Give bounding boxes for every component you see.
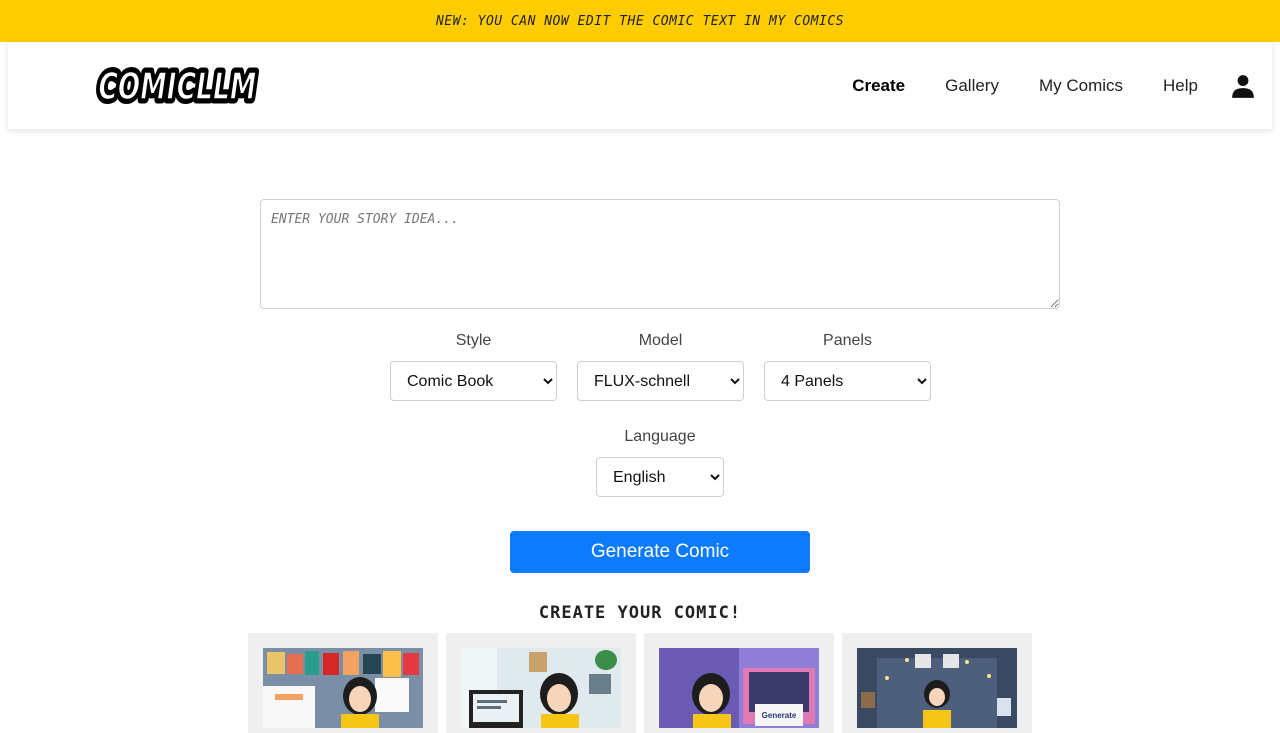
language-select[interactable]: English [596, 457, 724, 497]
language-field: Language English [596, 425, 724, 497]
generate-comic-button[interactable]: Generate Comic [510, 531, 810, 573]
example-card[interactable] [446, 633, 636, 733]
example-card[interactable]: Generate [644, 633, 834, 733]
nav-links: Create Gallery My Comics Help [812, 42, 1256, 129]
navbar: COMICLLM COMICLLM Create Gallery My Comi… [8, 42, 1272, 129]
model-field: Model FLUX-schnell [577, 329, 744, 401]
model-label: Model [638, 332, 683, 349]
style-label: Style [455, 332, 492, 349]
nav-create[interactable]: Create [852, 76, 905, 96]
svg-text:Generate: Generate [762, 711, 797, 720]
nav-gallery[interactable]: Gallery [945, 76, 999, 96]
example-image [461, 648, 621, 728]
banner-text: NEW: YOU CAN NOW EDIT THE COMIC TEXT IN … [435, 13, 844, 29]
example-image [857, 648, 1017, 728]
panels-label: Panels [823, 332, 872, 349]
announcement-banner: NEW: YOU CAN NOW EDIT THE COMIC TEXT IN … [0, 0, 1280, 42]
style-select[interactable]: Comic Book [390, 361, 557, 401]
logo[interactable]: COMICLLM COMICLLM [92, 59, 264, 109]
example-card[interactable] [842, 633, 1032, 733]
example-card[interactable] [248, 633, 438, 733]
example-cards: Generate [248, 633, 1032, 733]
example-image [263, 648, 423, 728]
example-image: Generate [659, 648, 819, 728]
user-icon[interactable] [1230, 73, 1256, 99]
language-label: Language [624, 428, 696, 445]
nav-my-comics[interactable]: My Comics [1039, 76, 1123, 96]
svg-text:COMICLLM: COMICLLM [95, 64, 259, 108]
section-title: CREATE YOUR COMIC! [538, 603, 742, 623]
panels-select[interactable]: 4 Panels [764, 361, 931, 401]
story-idea-input[interactable] [260, 199, 1060, 309]
nav-help[interactable]: Help [1163, 76, 1198, 96]
panels-field: Panels 4 Panels [764, 329, 931, 401]
model-select[interactable]: FLUX-schnell [577, 361, 744, 401]
style-field: Style Comic Book [390, 329, 557, 401]
